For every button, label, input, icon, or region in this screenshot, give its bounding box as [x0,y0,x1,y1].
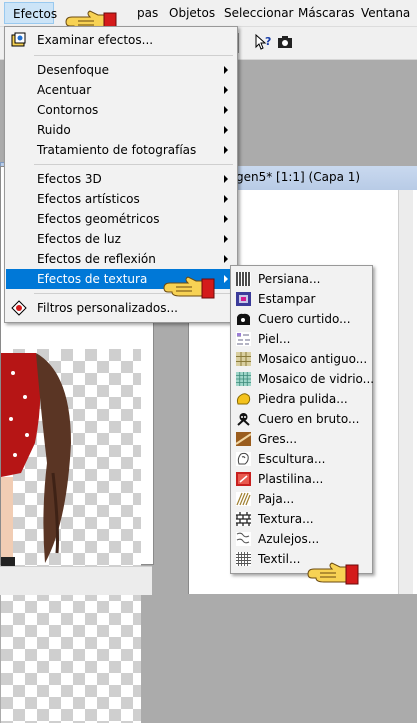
menu-objetos[interactable]: Objetos [169,5,215,21]
vertical-scrollbar[interactable] [398,190,413,594]
submenu-arrow-icon [224,235,228,243]
polished-stone-icon [236,393,251,405]
submenu-item-persiana[interactable]: Persiana... [232,269,371,289]
texture-effects-submenu: Persiana... Estampar Cuero curtido... Pi… [230,265,374,574]
submenu-item-mosaico-antiguo[interactable]: Mosaico antiguo... [232,349,371,369]
menu-capas[interactable]: pas [137,5,158,21]
menu-seleccionar[interactable]: Seleccionar [224,5,293,21]
menu-mascaras[interactable]: Máscaras [298,5,354,21]
submenu-arrow-icon [224,255,228,263]
menu-separator [34,164,233,165]
browse-effects-icon [11,32,26,47]
antique-mosaic-icon [236,352,251,366]
submenu-item-paja[interactable]: Paja... [232,489,371,509]
menu-bar: Efectos pas Objetos Seleccionar Máscaras… [0,0,417,27]
menu-efectos[interactable]: Efectos [4,2,57,24]
glass-mosaic-icon [236,372,251,386]
toolbar-separator [238,33,239,53]
fur-icon [236,332,251,346]
submenu-arrow-icon [224,146,228,154]
sculpture-icon [236,452,251,466]
menu-item-efectos-luz[interactable]: Efectos de luz [6,229,236,249]
menu-item-examinar-efectos[interactable]: Examinar efectos... [6,30,236,50]
submenu-item-estampar[interactable]: Estampar [232,289,371,309]
submenu-item-plastilina[interactable]: Plastilina... [232,469,371,489]
menu-ventana[interactable]: Ventana [361,5,410,21]
rough-leather-icon [237,413,250,426]
submenu-arrow-icon [224,195,228,203]
submenu-item-escultura[interactable]: Escultura... [232,449,371,469]
submenu-item-cuero-bruto[interactable]: Cuero en bruto... [232,409,371,429]
submenu-arrow-icon [224,126,228,134]
soft-plastic-icon [236,472,251,486]
document-title-bar[interactable]: gen5* [1:1] (Capa 1) [232,166,417,191]
submenu-item-piedra-pulida[interactable]: Piedra pulida... [232,389,371,409]
pointing-hand-icon [163,276,215,299]
submenu-arrow-icon [224,215,228,223]
pointing-hand-icon [307,562,359,585]
horizontal-scrollbar[interactable] [0,566,152,595]
submenu-arrow-icon [224,86,228,94]
camera-icon[interactable] [276,33,294,51]
menu-item-efectos-geometricos[interactable]: Efectos geométricos [6,209,236,229]
fine-leather-icon [237,313,250,325]
menu-item-tratamiento-fotografias[interactable]: Tratamiento de fotografías [6,140,236,160]
document-title: gen5* [1:1] (Capa 1) [236,170,361,184]
menu-item-contornos[interactable]: Contornos [6,100,236,120]
menu-item-filtros-personalizados[interactable]: Filtros personalizados... [6,298,236,318]
submenu-item-textura[interactable]: Textura... [232,509,371,529]
straw-wall-icon [236,492,251,506]
submenu-item-mosaico-vidrio[interactable]: Mosaico de vidrio... [232,369,374,389]
menu-item-efectos-artisticos[interactable]: Efectos artísticos [6,189,236,209]
menu-item-ruido[interactable]: Ruido [6,120,236,140]
submenu-item-gres[interactable]: Gres... [232,429,371,449]
tiles-icon [236,532,251,546]
menu-item-desenfoque[interactable]: Desenfoque [6,60,236,80]
texture-icon [236,512,251,526]
emboss-icon [236,292,251,306]
weave-icon [236,552,251,566]
blinds-icon [236,272,251,286]
help-context-icon[interactable]: ? [254,33,272,51]
submenu-arrow-icon [224,106,228,114]
submenu-arrow-icon [224,275,228,283]
menu-item-acentuar[interactable]: Acentuar [6,80,236,100]
submenu-arrow-icon [224,175,228,183]
submenu-item-piel[interactable]: Piel... [232,329,371,349]
submenu-item-azulejos[interactable]: Azulejos... [232,529,371,549]
menu-separator [34,55,233,56]
custom-filters-icon [11,300,27,316]
submenu-item-cuero-curtido[interactable]: Cuero curtido... [232,309,371,329]
svg-text:?: ? [265,35,271,48]
submenu-arrow-icon [224,66,228,74]
menu-item-efectos-reflexion[interactable]: Efectos de reflexión [6,249,236,269]
menu-item-efectos-3d[interactable]: Efectos 3D [6,169,236,189]
sandstone-icon [236,432,251,446]
